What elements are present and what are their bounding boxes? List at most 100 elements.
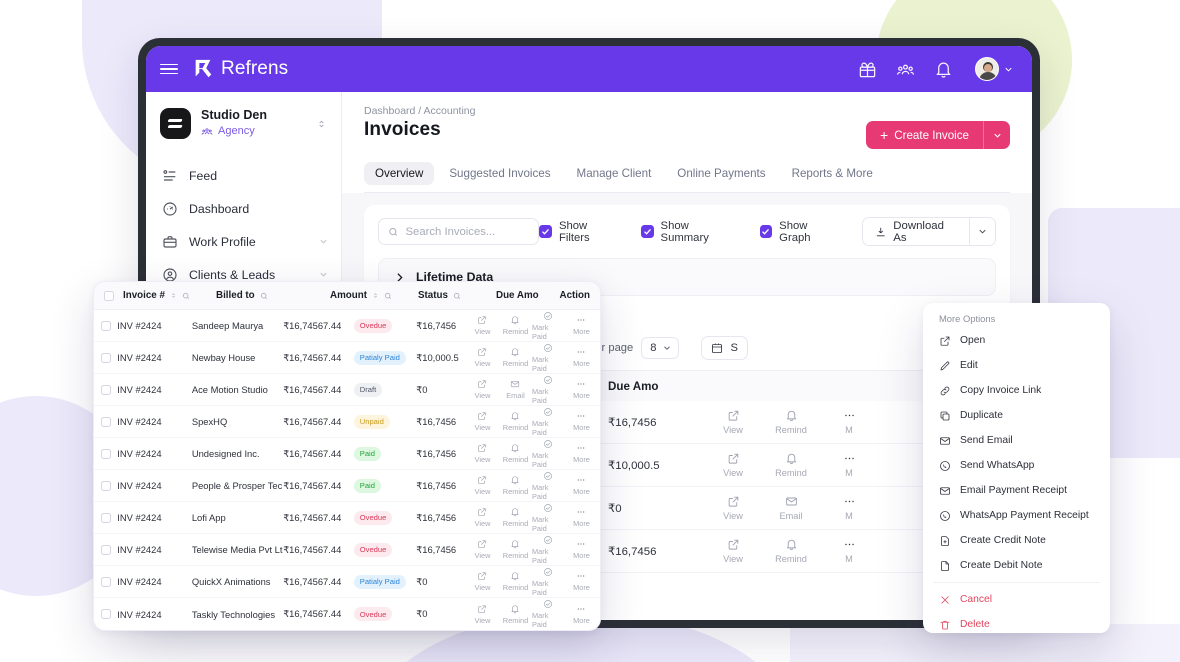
row-action-view[interactable]: View xyxy=(466,571,499,592)
sidebar-item-feed[interactable]: Feed xyxy=(146,159,341,192)
column-header-billed-to[interactable]: Billed to xyxy=(216,290,330,301)
table-row[interactable]: INV #2424 SpexHQ ₹16,74567.44 Unpaid ₹16,745… xyxy=(94,406,600,438)
menu-item-send-whatsapp[interactable]: Send WhatsApp xyxy=(923,453,1110,478)
row-action-view[interactable]: View xyxy=(704,409,762,435)
column-header-amount[interactable]: Amount xyxy=(330,290,418,301)
menu-item-cancel[interactable]: Cancel xyxy=(923,587,1110,612)
menu-item-whatsapp-payment-receipt[interactable]: WhatsApp Payment Receipt xyxy=(923,503,1110,528)
row-action-remind[interactable]: Remind xyxy=(499,411,532,432)
row-action-view[interactable]: View xyxy=(466,411,499,432)
gift-icon[interactable] xyxy=(858,60,877,79)
checkbox-show-filters[interactable]: Show Filters xyxy=(539,220,619,244)
row-action-view[interactable]: View xyxy=(466,475,499,496)
row-action-more[interactable]: More xyxy=(565,315,598,336)
column-search-icon[interactable] xyxy=(384,292,392,300)
column-search-icon[interactable] xyxy=(453,292,461,300)
tab-online-payments[interactable]: Online Payments xyxy=(666,162,776,185)
row-action-view[interactable]: View xyxy=(466,539,499,560)
table-row[interactable]: INV #2424 Telewise Media Pvt Ltd ₹16,74567… xyxy=(94,534,600,566)
row-checkbox[interactable] xyxy=(100,512,111,523)
menu-item-email-payment-receipt[interactable]: Email Payment Receipt xyxy=(923,478,1110,503)
row-action-view[interactable]: View xyxy=(466,315,499,336)
row-action-remind[interactable]: Remind xyxy=(499,315,532,336)
row-checkbox[interactable] xyxy=(100,416,111,427)
column-header-due-amount[interactable]: Due Amo xyxy=(608,380,704,393)
column-search-icon[interactable] xyxy=(260,292,268,300)
menu-item-create-credit-note[interactable]: Create Credit Note xyxy=(923,528,1110,553)
row-checkbox[interactable] xyxy=(100,448,111,459)
brand[interactable]: Refrens xyxy=(192,58,288,80)
row-action-mark-paid[interactable]: Mark Paid xyxy=(532,311,565,341)
referral-users-icon[interactable] xyxy=(896,60,915,79)
table-row[interactable]: INV #2424 Undesigned Inc. ₹16,74567.44 Paid… xyxy=(94,438,600,470)
menu-item-open[interactable]: Open xyxy=(923,328,1110,353)
row-action-remind[interactable]: Remind xyxy=(499,443,532,464)
row-action-view[interactable]: View xyxy=(704,452,762,478)
row-action-mark-paid[interactable]: Mark Paid xyxy=(532,567,565,597)
row-action-more[interactable]: More xyxy=(565,539,598,560)
date-range-picker[interactable]: S xyxy=(701,336,748,360)
tab-reports-more[interactable]: Reports & More xyxy=(781,162,884,185)
menu-item-send-email[interactable]: Send Email xyxy=(923,428,1110,453)
column-header-invoice-number[interactable]: Invoice # xyxy=(123,290,216,301)
row-action-remind[interactable]: Remind xyxy=(762,538,820,564)
column-search-icon[interactable] xyxy=(182,292,190,300)
download-as-dropdown[interactable] xyxy=(969,218,996,245)
row-action-mark-paid[interactable]: Mark Paid xyxy=(532,503,565,533)
sort-icon[interactable] xyxy=(372,291,379,300)
sidebar-item-dashboard[interactable]: Dashboard xyxy=(146,192,341,225)
user-menu[interactable] xyxy=(975,57,1014,81)
table-row[interactable]: INV #2424 Sandeep Maurya ₹16,74567.44 Ovedu… xyxy=(94,310,600,342)
row-action-mark-paid[interactable]: Mark Paid xyxy=(532,535,565,565)
table-row[interactable]: INV #2424 Ace Motion Studio ₹16,74567.44 Dr… xyxy=(94,374,600,406)
row-action-remind[interactable]: Remind xyxy=(499,571,532,592)
row-action-more[interactable]: More xyxy=(565,379,598,400)
row-action-more[interactable]: More xyxy=(565,475,598,496)
menu-item-create-debit-note[interactable]: Create Debit Note xyxy=(923,553,1110,578)
row-action-remind[interactable]: Remind xyxy=(499,475,532,496)
select-all-checkbox[interactable] xyxy=(103,290,114,301)
row-action-m[interactable]: M xyxy=(820,538,878,564)
row-action-remind[interactable]: Remind xyxy=(762,452,820,478)
row-action-view[interactable]: View xyxy=(704,538,762,564)
chevrons-updown-icon[interactable] xyxy=(316,116,327,132)
table-row[interactable]: INV #2424 Lofi App ₹16,74567.44 Ovedue ₹16,7… xyxy=(94,502,600,534)
column-header-status[interactable]: Status xyxy=(418,290,496,301)
row-action-remind[interactable]: Remind xyxy=(499,507,532,528)
row-action-more[interactable]: More xyxy=(565,443,598,464)
column-header-due-amount[interactable]: Due Amo xyxy=(496,290,558,301)
row-action-remind[interactable]: Remind xyxy=(762,409,820,435)
row-action-remind[interactable]: Remind xyxy=(499,539,532,560)
row-checkbox[interactable] xyxy=(100,544,111,555)
checkbox-show-graph[interactable]: Show Graph xyxy=(759,220,840,244)
row-action-more[interactable]: More xyxy=(565,604,598,625)
row-action-mark-paid[interactable]: Mark Paid xyxy=(532,407,565,437)
menu-item-edit[interactable]: Edit xyxy=(923,353,1110,378)
workspace-switcher[interactable]: Studio Den Agency xyxy=(146,106,341,139)
tab-manage-client[interactable]: Manage Client xyxy=(566,162,663,185)
rows-per-page-select[interactable]: 8 xyxy=(641,337,680,359)
search-input[interactable] xyxy=(405,225,530,238)
row-action-m[interactable]: M xyxy=(820,452,878,478)
row-action-more[interactable]: More xyxy=(565,411,598,432)
row-action-m[interactable]: M xyxy=(820,409,878,435)
create-invoice-dropdown[interactable] xyxy=(983,121,1010,149)
table-row[interactable]: INV #2424People & Prosper Techn...₹16,74… xyxy=(94,470,600,502)
row-action-more[interactable]: More xyxy=(565,507,598,528)
search-invoices-box[interactable] xyxy=(378,218,540,245)
row-action-mark-paid[interactable]: Mark Paid xyxy=(532,599,565,629)
hamburger-icon[interactable] xyxy=(160,63,178,75)
row-action-view[interactable]: View xyxy=(466,507,499,528)
row-checkbox[interactable] xyxy=(100,320,111,331)
menu-item-delete[interactable]: Delete xyxy=(923,612,1110,633)
sort-icon[interactable] xyxy=(170,291,177,300)
row-action-email[interactable]: Email xyxy=(499,379,532,400)
row-action-email[interactable]: Email xyxy=(762,495,820,521)
row-action-mark-paid[interactable]: Mark Paid xyxy=(532,375,565,405)
bell-icon[interactable] xyxy=(934,60,953,79)
row-action-remind[interactable]: Remind xyxy=(499,347,532,368)
row-checkbox[interactable] xyxy=(100,480,111,491)
row-action-view[interactable]: View xyxy=(466,347,499,368)
table-row[interactable]: INV #2424 Taskly Technologies ₹16,74567.44… xyxy=(94,598,600,630)
download-as-button[interactable]: Download As xyxy=(862,218,970,245)
